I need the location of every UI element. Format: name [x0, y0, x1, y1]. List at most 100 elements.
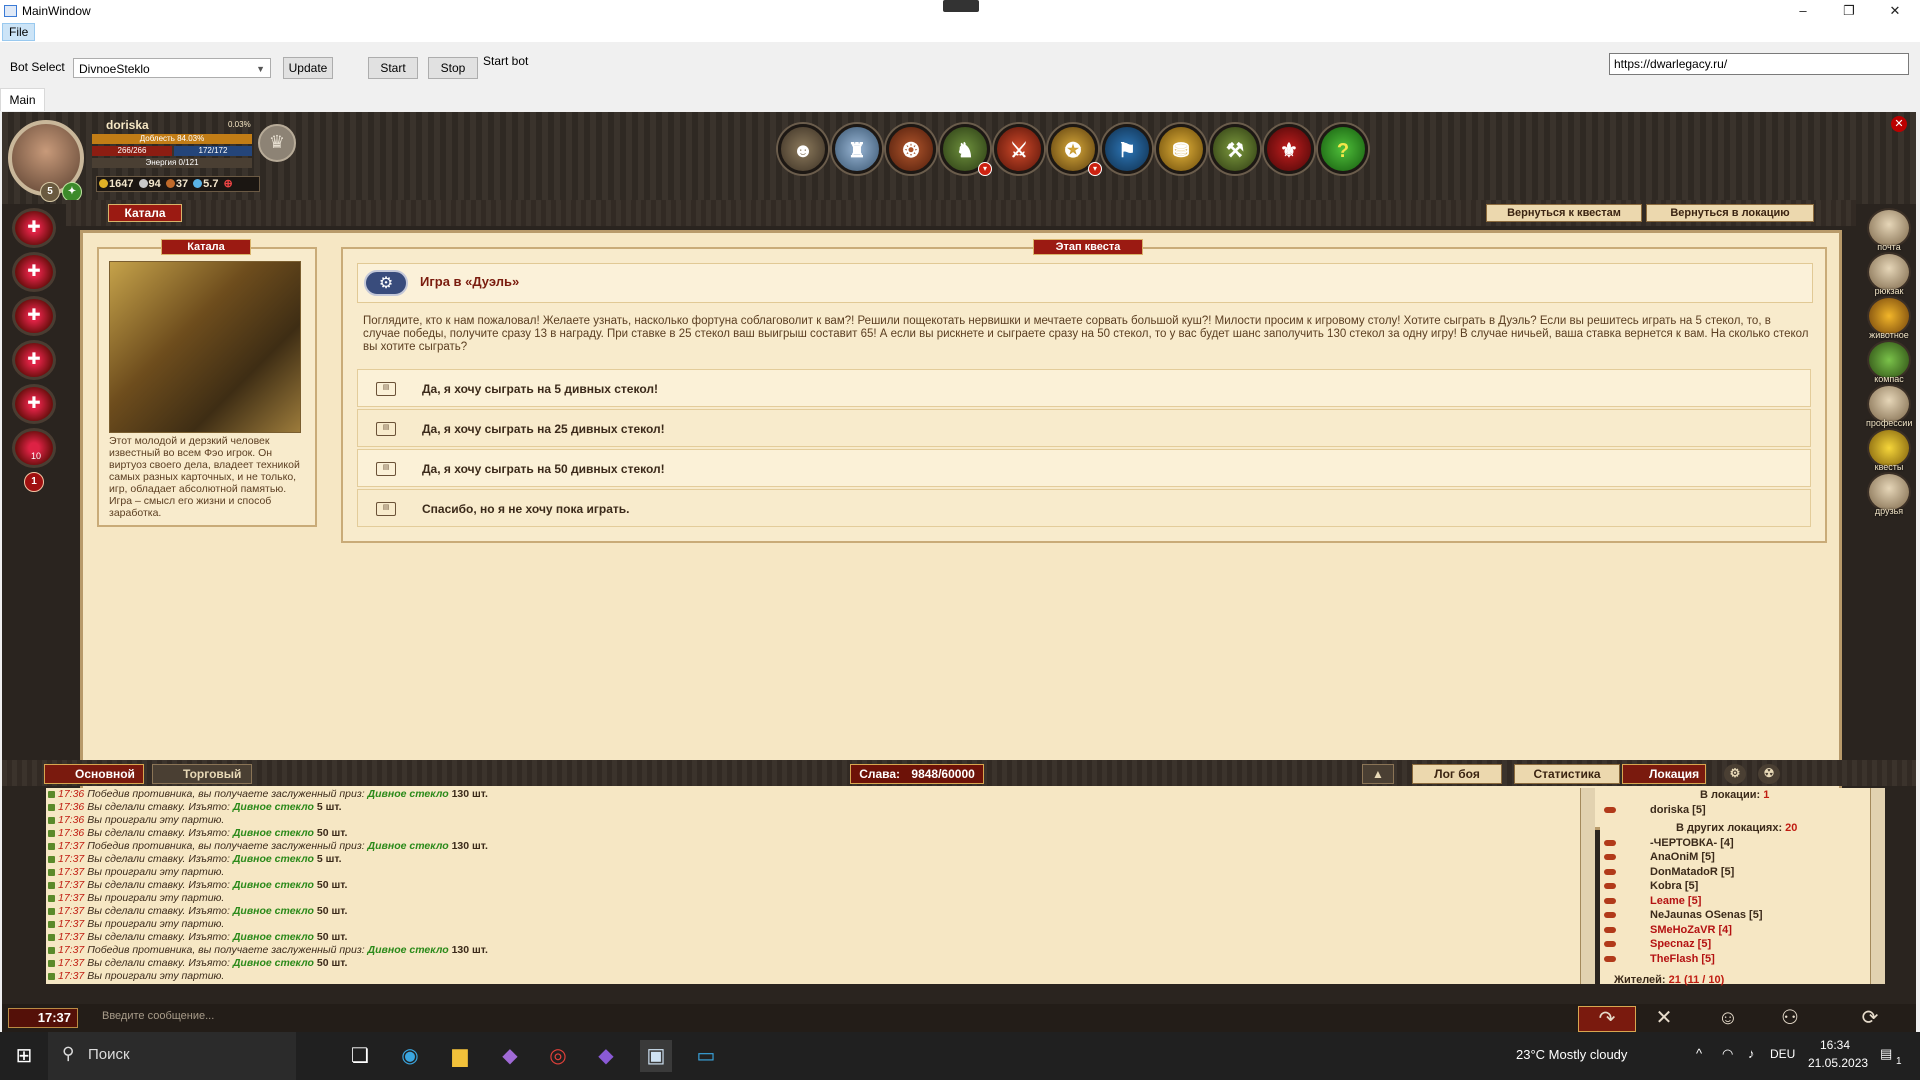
- players-icon[interactable]: ⚇: [1762, 1006, 1818, 1030]
- maximize-button[interactable]: ❐: [1826, 0, 1872, 22]
- player-list-item[interactable]: doriska [5]: [1600, 803, 1870, 818]
- player-name: Leame [5]: [1650, 894, 1702, 907]
- chrome-icon[interactable]: ◎: [542, 1040, 574, 1072]
- menu-file[interactable]: File: [2, 23, 36, 41]
- refresh-icon[interactable]: ⟳: [1842, 1006, 1898, 1030]
- notification-icon[interactable]: ▤: [1880, 1046, 1892, 1062]
- log-item[interactable]: Дивное стекло: [233, 827, 314, 839]
- bot-select-combobox[interactable]: DivnoeSteklo ▼: [73, 58, 271, 78]
- smiles-icon[interactable]: ☺: [1700, 1006, 1756, 1030]
- volume-icon[interactable]: ♪: [1748, 1046, 1755, 1061]
- player-list-item[interactable]: DonMatadoR [5]: [1600, 865, 1870, 880]
- player-list-item[interactable]: AnaOniM [5]: [1600, 850, 1870, 865]
- chat-tab-trade[interactable]: Торговый: [152, 764, 252, 784]
- treasury-nav-icon[interactable]: ⛃: [1156, 124, 1206, 174]
- tray-chevron-icon[interactable]: ^: [1696, 1046, 1702, 1061]
- log-item[interactable]: Дивное стекло: [233, 801, 314, 813]
- statistics-button[interactable]: Статистика: [1514, 764, 1620, 784]
- add-currency-icon[interactable]: ⊕: [224, 178, 233, 190]
- quests-menu-button[interactable]: квесты: [1866, 428, 1912, 472]
- log-item[interactable]: Дивное стекло: [368, 788, 449, 800]
- back-to-quests-button[interactable]: Вернуться к квестам: [1486, 204, 1642, 222]
- edge-icon[interactable]: ◉: [394, 1040, 426, 1072]
- back-to-location-button[interactable]: Вернуться в локацию: [1646, 204, 1814, 222]
- location-tab[interactable]: Локация: [1622, 764, 1706, 784]
- battle-nav-icon[interactable]: ⚔: [994, 124, 1044, 174]
- send-icon[interactable]: ↷: [1578, 1006, 1636, 1032]
- skill-slot-1[interactable]: ✚: [12, 208, 56, 248]
- skill-slot-2[interactable]: ✚: [12, 252, 56, 292]
- player-list-item[interactable]: Kobra [5]: [1600, 879, 1870, 894]
- log-item[interactable]: Дивное стекло: [233, 853, 314, 865]
- log-item[interactable]: Дивное стекло: [368, 840, 449, 852]
- quest-option-1[interactable]: ▤ Да, я хочу сыграть на 5 дивных стекол!: [357, 369, 1811, 407]
- explorer-icon[interactable]: ▆: [444, 1040, 476, 1072]
- visual-studio-2-icon[interactable]: ◆: [590, 1040, 622, 1072]
- taskbar-search[interactable]: ⚲ Поиск: [48, 1032, 296, 1080]
- language-indicator[interactable]: DEU: [1770, 1047, 1795, 1061]
- minimize-button[interactable]: –: [1780, 0, 1826, 22]
- auction-nav-icon[interactable]: ⚒: [1210, 124, 1260, 174]
- clock-time[interactable]: 16:34: [1820, 1038, 1850, 1052]
- close-icon[interactable]: ✕: [1891, 116, 1907, 132]
- compass-menu-button[interactable]: компас: [1866, 340, 1912, 384]
- pet-menu-button[interactable]: животное: [1866, 296, 1912, 340]
- start-button[interactable]: Start: [368, 57, 418, 79]
- skill-slot-3[interactable]: ✚: [12, 296, 56, 336]
- players-scrollbar[interactable]: [1870, 788, 1885, 984]
- log-item[interactable]: Дивное стекло: [233, 905, 314, 917]
- player-list-item[interactable]: TheFlash [5]: [1600, 952, 1870, 967]
- clan-nav-icon[interactable]: ⚜: [1264, 124, 1314, 174]
- visual-studio-icon[interactable]: ◆: [494, 1040, 526, 1072]
- battle-log-button[interactable]: Лог боя: [1412, 764, 1502, 784]
- player-list-item[interactable]: NeJaunas OSenas [5]: [1600, 908, 1870, 923]
- close-button[interactable]: ✕: [1872, 0, 1918, 22]
- message-input[interactable]: Введите сообщение...: [102, 1010, 1502, 1022]
- chat-tab-main[interactable]: Основной: [44, 764, 144, 784]
- castle-nav-icon[interactable]: ♜: [832, 124, 882, 174]
- character-nav-icon[interactable]: ☻: [778, 124, 828, 174]
- trade-nav-icon[interactable]: ⚑: [1102, 124, 1152, 174]
- player-list-item[interactable]: Specnaz [5]: [1600, 937, 1870, 952]
- clear-icon[interactable]: ✕: [1636, 1006, 1692, 1030]
- chat-scrollbar[interactable]: [1580, 788, 1595, 984]
- crown-icon[interactable]: ♛: [258, 124, 296, 162]
- character-name[interactable]: doriska: [106, 118, 149, 132]
- log-qty: 130 шт.: [451, 840, 488, 852]
- skill-slot-4[interactable]: ✚: [12, 340, 56, 380]
- mainwindow-task-icon[interactable]: ▣: [640, 1040, 672, 1072]
- log-entry-icon: [48, 791, 55, 798]
- player-list-item[interactable]: -ЧЕРТОВКА- [4]: [1600, 836, 1870, 851]
- skill-slot-5[interactable]: ✚: [12, 384, 56, 424]
- log-item[interactable]: Дивное стекло: [233, 957, 314, 969]
- player-list-item[interactable]: SMeHoZaVR [4]: [1600, 923, 1870, 938]
- log-item[interactable]: Дивное стекло: [233, 879, 314, 891]
- log-item[interactable]: Дивное стекло: [368, 944, 449, 956]
- stop-button[interactable]: Stop: [428, 57, 478, 79]
- friends-menu-button[interactable]: друзья: [1866, 472, 1912, 516]
- professions-menu-button[interactable]: профессии: [1866, 384, 1912, 428]
- quest-option-2[interactable]: ▤ Да, я хочу сыграть на 25 дивных стекол…: [357, 409, 1811, 447]
- drag-handle[interactable]: [943, 0, 979, 12]
- clock-date[interactable]: 21.05.2023: [1808, 1056, 1868, 1070]
- player-list-item[interactable]: Leame [5]: [1600, 894, 1870, 909]
- mail-menu-button[interactable]: почта: [1866, 208, 1912, 252]
- quest-option-4[interactable]: ▤ Спасибо, но я не хочу пока играть.: [357, 489, 1811, 527]
- task-view-icon[interactable]: ❏: [344, 1040, 376, 1072]
- beast-nav-icon[interactable]: ❂: [886, 124, 936, 174]
- collapse-chat-button[interactable]: ▲: [1362, 764, 1394, 784]
- weather-widget[interactable]: 23°C Mostly cloudy: [1516, 1047, 1627, 1062]
- radiation-icon[interactable]: ☢: [1758, 764, 1780, 784]
- url-input[interactable]: https://dwarlegacy.ru/: [1609, 53, 1909, 75]
- help-nav-icon[interactable]: ?: [1318, 124, 1368, 174]
- skill-slot-6[interactable]: 10: [12, 428, 56, 468]
- update-button[interactable]: Update: [283, 57, 333, 79]
- backpack-menu-button[interactable]: рюкзак: [1866, 252, 1912, 296]
- filter-icon[interactable]: ⚙: [1724, 764, 1746, 784]
- windows-start-icon[interactable]: ⊞: [8, 1040, 40, 1072]
- tab-main[interactable]: Main: [0, 88, 45, 111]
- log-item[interactable]: Дивное стекло: [233, 931, 314, 943]
- wifi-icon[interactable]: ◠: [1722, 1046, 1733, 1062]
- quest-option-3[interactable]: ▤ Да, я хочу сыграть на 50 дивных стекол…: [357, 449, 1811, 487]
- app-task-icon[interactable]: ▭: [690, 1040, 722, 1072]
